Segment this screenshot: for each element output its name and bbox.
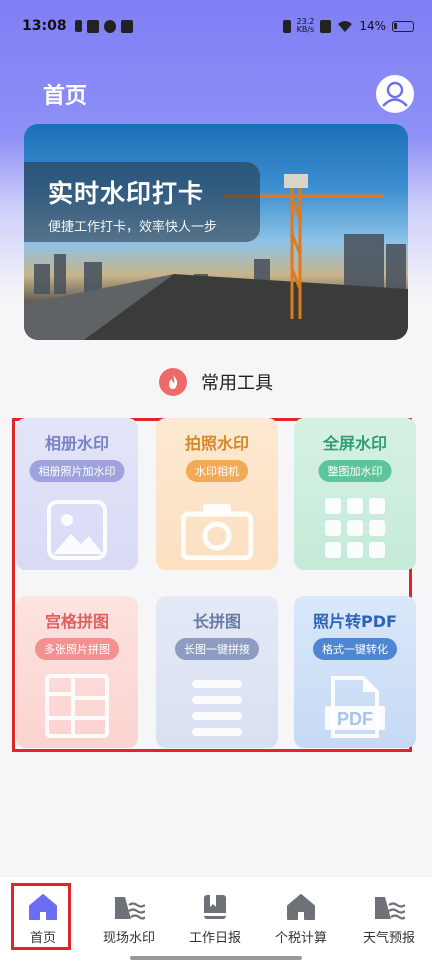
tool-title: 全屏水印 xyxy=(322,434,387,453)
sim-icon xyxy=(74,20,82,32)
tool-title: 相册水印 xyxy=(44,434,109,453)
app-header: 首页 xyxy=(0,70,432,120)
tool-badge: 水印相机 xyxy=(186,460,248,482)
house-icon xyxy=(287,894,315,920)
tool-grid-collage[interactable]: 宫格拼图 多张照片拼图 xyxy=(16,596,138,748)
nav-label: 天气预报 xyxy=(362,931,415,946)
app-notification-icon xyxy=(86,19,99,33)
banner-subtitle: 便捷工作打卡，效率快人一步 xyxy=(48,220,218,235)
status-time: 13:08 xyxy=(22,18,67,34)
nav-label: 工作日报 xyxy=(188,931,241,946)
wifi-icon xyxy=(338,20,353,32)
page-title: 首页 xyxy=(43,84,88,109)
no-signal-icon xyxy=(320,19,332,33)
image-icon xyxy=(47,500,107,560)
tool-title: 宫格拼图 xyxy=(44,612,109,631)
avatar[interactable] xyxy=(376,75,414,113)
battery-icon xyxy=(392,20,414,32)
section-title: 常用工具 xyxy=(201,373,273,394)
tool-camera-watermark[interactable]: 拍照水印 水印相机 xyxy=(156,418,278,570)
waves-icon xyxy=(115,897,145,920)
tiktok-icon xyxy=(120,19,133,33)
grid-icon xyxy=(325,498,385,558)
tool-album-watermark[interactable]: 相册水印 相册照片加水印 xyxy=(16,418,138,570)
link-icon xyxy=(103,19,116,33)
status-notification-icons xyxy=(74,19,133,33)
tool-photo-to-pdf[interactable]: 照片转PDF 格式一键转化 PDF xyxy=(294,596,416,748)
status-right-icons: 23.2 KB/s 14% xyxy=(282,18,414,34)
collage-icon xyxy=(45,674,109,738)
waves-icon xyxy=(375,897,405,920)
tool-fullscreen-watermark[interactable]: 全屏水印 整图加水印 xyxy=(294,418,416,570)
user-icon xyxy=(379,78,411,110)
nav-home-highlight-frame xyxy=(11,883,71,950)
nav-item-site-watermark[interactable]: 现场水印 xyxy=(86,891,172,946)
nav-item-work-report[interactable]: 工作日报 xyxy=(172,891,258,946)
section-header: 常用工具 xyxy=(0,364,432,400)
nav-item-weather[interactable]: 天气预报 xyxy=(346,891,432,946)
tool-title: 拍照水印 xyxy=(184,434,249,453)
long-image-icon xyxy=(192,680,242,736)
status-bar: 13:08 23.2 KB/s 14% xyxy=(0,0,432,52)
tool-badge: 整图加水印 xyxy=(318,460,392,482)
banner-text-card: 实时水印打卡 便捷工作打卡，效率快人一步 xyxy=(24,162,260,242)
nav-label: 现场水印 xyxy=(102,931,155,946)
net-speed-unit: KB/s xyxy=(296,25,315,34)
book-icon xyxy=(204,895,226,919)
tool-long-stitch[interactable]: 长拼图 长图一键拼接 xyxy=(156,596,278,748)
flame-icon xyxy=(159,368,187,396)
battery-percent: 14% xyxy=(359,19,386,33)
vibrate-icon xyxy=(282,19,291,33)
home-indicator[interactable] xyxy=(130,956,302,960)
tool-badge: 格式一键转化 xyxy=(313,638,397,660)
svg-text:PDF: PDF xyxy=(337,709,373,729)
tool-title: 长拼图 xyxy=(192,612,241,631)
tool-badge: 相册照片加水印 xyxy=(29,460,125,482)
hero-banner[interactable]: 实时水印打卡 便捷工作打卡，效率快人一步 xyxy=(24,124,408,340)
net-speed: 23.2 KB/s xyxy=(297,18,315,34)
tool-badge: 多张照片拼图 xyxy=(35,638,119,660)
camera-icon xyxy=(181,504,253,560)
banner-title: 实时水印打卡 xyxy=(48,179,205,208)
tool-title: 照片转PDF xyxy=(313,612,397,631)
nav-item-tax-calc[interactable]: 个税计算 xyxy=(258,891,344,946)
tool-badge: 长图一键拼接 xyxy=(175,638,259,660)
pdf-icon: PDF xyxy=(325,676,385,738)
nav-label: 个税计算 xyxy=(274,931,327,946)
